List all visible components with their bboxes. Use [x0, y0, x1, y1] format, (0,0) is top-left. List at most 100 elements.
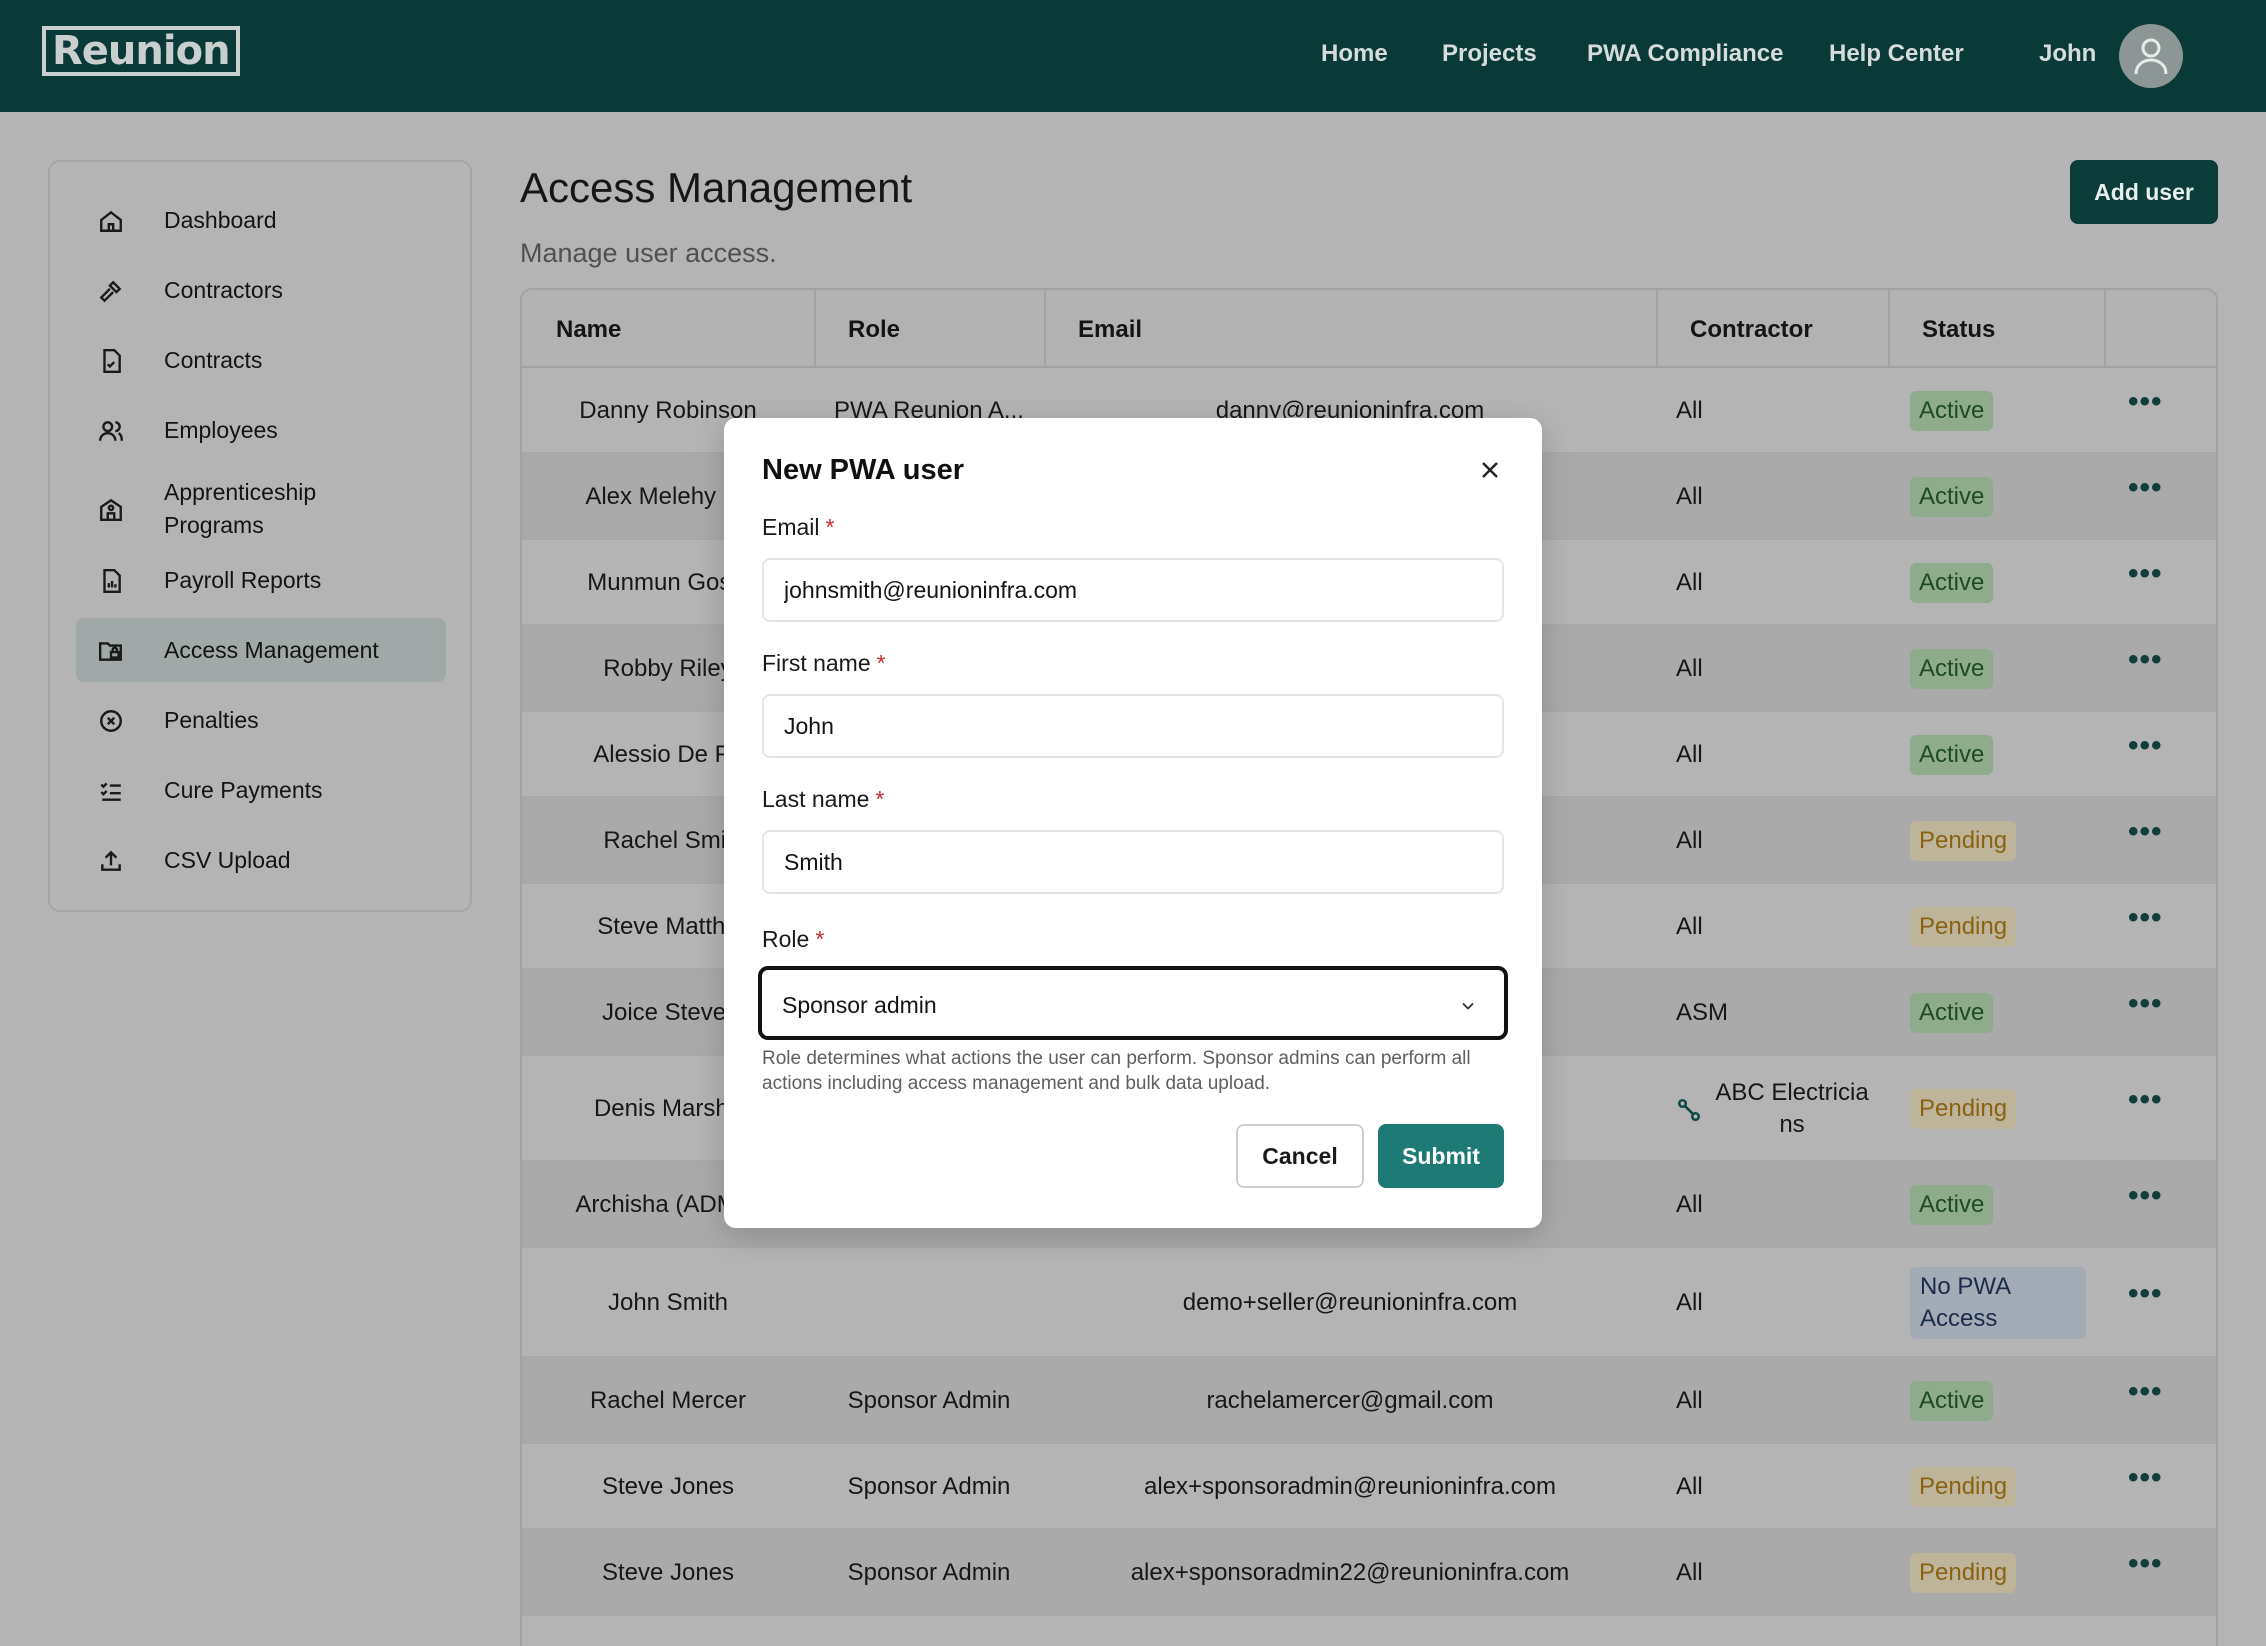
sidebar-item-label: Dashboard: [164, 207, 277, 233]
status-badge: Active: [1910, 993, 1994, 1033]
close-icon[interactable]: [1478, 458, 1502, 482]
row-actions-icon[interactable]: •••: [2128, 385, 2163, 419]
last-name-label: Last name *: [762, 786, 884, 813]
last-name-label-text: Last name: [762, 786, 870, 812]
sidebar-item-apprenticeship-programs[interactable]: Apprenticeship Programs: [76, 468, 446, 548]
x-circle-icon: [100, 710, 122, 732]
sidebar-item-dashboard[interactable]: Dashboard: [76, 188, 446, 252]
row-actions-icon[interactable]: •••: [2128, 1179, 2163, 1213]
avatar[interactable]: [2119, 24, 2183, 88]
role-select-value: Sponsor admin: [782, 992, 937, 1018]
sidebar-item-label: Employees: [164, 417, 278, 443]
user-contractor-cell: All: [1676, 1289, 1703, 1316]
user-role-cell: Sponsor Admin: [847, 1387, 1011, 1414]
table-header: Name Role Email Contractor Status: [522, 290, 2216, 368]
header-email[interactable]: Email: [1078, 316, 1142, 344]
row-actions-icon[interactable]: •••: [2128, 901, 2163, 935]
required-mark: *: [825, 514, 835, 540]
user-contractor-cell: All: [1676, 655, 1703, 682]
nav-projects[interactable]: Projects: [1442, 40, 1537, 68]
nav-home[interactable]: Home: [1321, 40, 1388, 68]
user-contractor-cell: ASM: [1676, 999, 1729, 1026]
sidebar-item-cure-payments[interactable]: Cure Payments: [76, 758, 446, 822]
user-role-cell: Sponsor Admin: [847, 1473, 1011, 1500]
row-actions-icon[interactable]: •••: [2128, 557, 2163, 591]
sidebar-item-payroll-reports[interactable]: Payroll Reports: [76, 548, 446, 612]
table-row[interactable]: John Smith demo+seller@reunioninfra.com Al…: [522, 1248, 2216, 1358]
row-actions-icon[interactable]: •••: [2128, 1547, 2163, 1581]
required-mark: *: [876, 650, 886, 676]
table-row[interactable]: Steve Jones Sponsor Admin alex+sponsoradmi…: [522, 1530, 2216, 1616]
table-row[interactable]: Steve Jones Sponsor Admin alex+sponsoradmi…: [522, 1444, 2216, 1530]
row-actions-icon[interactable]: •••: [2128, 1461, 2163, 1495]
last-name-field[interactable]: [762, 830, 1504, 894]
user-role-cell: Sponsor Admin: [847, 1559, 1011, 1586]
sidebar-item-csv-upload[interactable]: CSV Upload: [76, 828, 446, 892]
user-email-cell: alex+sponsoradmin22@reunioninfra.com: [1130, 1559, 1570, 1586]
role-select[interactable]: Sponsor admin: [758, 966, 1508, 1040]
user-contractor-cell: All: [1676, 827, 1703, 854]
home-icon: [100, 210, 122, 232]
add-user-button[interactable]: Add user: [2070, 160, 2218, 224]
chevron-down-icon: [1462, 1002, 1474, 1010]
user-name[interactable]: John: [2039, 40, 2096, 68]
user-contractor-cell: All: [1676, 397, 1703, 424]
status-badge: Pending: [1910, 907, 2017, 947]
sidebar-item-employees[interactable]: Employees: [76, 398, 446, 462]
submit-button[interactable]: Submit: [1378, 1124, 1504, 1188]
column-divider: [814, 290, 816, 368]
user-email-cell: demo+seller@reunioninfra.com: [1182, 1289, 1518, 1316]
sidebar-item-label: Apprenticeship Programs: [164, 479, 317, 538]
upload-icon: [101, 850, 121, 871]
role-label-text: Role: [762, 926, 810, 952]
header-status[interactable]: Status: [1922, 316, 1995, 344]
user-email-cell: rachelamercer@gmail.com: [1206, 1387, 1494, 1414]
nav-pwa-compliance[interactable]: PWA Compliance: [1587, 40, 1783, 68]
table-row[interactable]: Rachel Mercer Sponsor Admin rachelamercer@…: [522, 1358, 2216, 1444]
row-actions-icon[interactable]: •••: [2128, 1083, 2163, 1117]
user-icon: [2134, 38, 2168, 75]
sidebar-item-label: Contracts: [164, 347, 263, 373]
sidebar: Dashboard Contractors Contracts Employee…: [48, 160, 472, 912]
status-badge: Pending: [1910, 821, 2017, 861]
row-actions-icon[interactable]: •••: [2128, 1277, 2163, 1311]
row-actions-icon[interactable]: •••: [2128, 729, 2163, 763]
first-name-field[interactable]: [762, 694, 1504, 758]
reunion-logo[interactable]: Reunion: [42, 26, 240, 76]
header-name[interactable]: Name: [556, 316, 621, 344]
row-actions-icon[interactable]: •••: [2128, 1375, 2163, 1409]
status-badge: Active: [1910, 563, 1994, 603]
email-label: Email *: [762, 514, 834, 541]
row-actions-icon[interactable]: •••: [2128, 815, 2163, 849]
user-contractor-cell: All: [1676, 483, 1703, 510]
nav-help-center[interactable]: Help Center: [1829, 40, 1964, 68]
first-name-label: First name *: [762, 650, 886, 677]
sidebar-item-contracts[interactable]: Contracts: [76, 328, 446, 392]
first-name-label-text: First name: [762, 650, 871, 676]
header-role[interactable]: Role: [848, 316, 900, 344]
hammer-icon: [99, 280, 122, 303]
status-badge: Pending: [1910, 1089, 2017, 1129]
header-contractor[interactable]: Contractor: [1690, 316, 1813, 344]
row-actions-icon[interactable]: •••: [2128, 471, 2163, 505]
email-field[interactable]: [762, 558, 1504, 622]
row-actions-icon[interactable]: •••: [2128, 643, 2163, 677]
column-divider: [1656, 290, 1658, 368]
cancel-button[interactable]: Cancel: [1236, 1124, 1364, 1188]
sidebar-item-label: Penalties: [164, 707, 259, 733]
user-contractor-cell: All: [1676, 569, 1703, 596]
user-contractor-cell: All: [1676, 913, 1703, 940]
email-label-text: Email: [762, 514, 820, 540]
sidebar-item-contractors[interactable]: Contractors: [76, 258, 446, 322]
user-name-cell: Steve Jones: [601, 1473, 735, 1500]
page-title: Access Management: [520, 164, 913, 211]
required-mark: *: [875, 786, 885, 812]
user-contractor-cell: All: [1676, 1191, 1703, 1218]
top-navbar: Reunion Home Projects PWA Compliance Hel…: [0, 0, 2266, 112]
sidebar-item-access-management[interactable]: Access Management: [76, 618, 446, 682]
link-icon: [1677, 1098, 1701, 1122]
sidebar-item-penalties[interactable]: Penalties: [76, 688, 446, 752]
status-badge: Active: [1910, 735, 1994, 775]
row-actions-icon[interactable]: •••: [2128, 987, 2163, 1021]
status-badge: Pending: [1910, 1553, 2017, 1593]
